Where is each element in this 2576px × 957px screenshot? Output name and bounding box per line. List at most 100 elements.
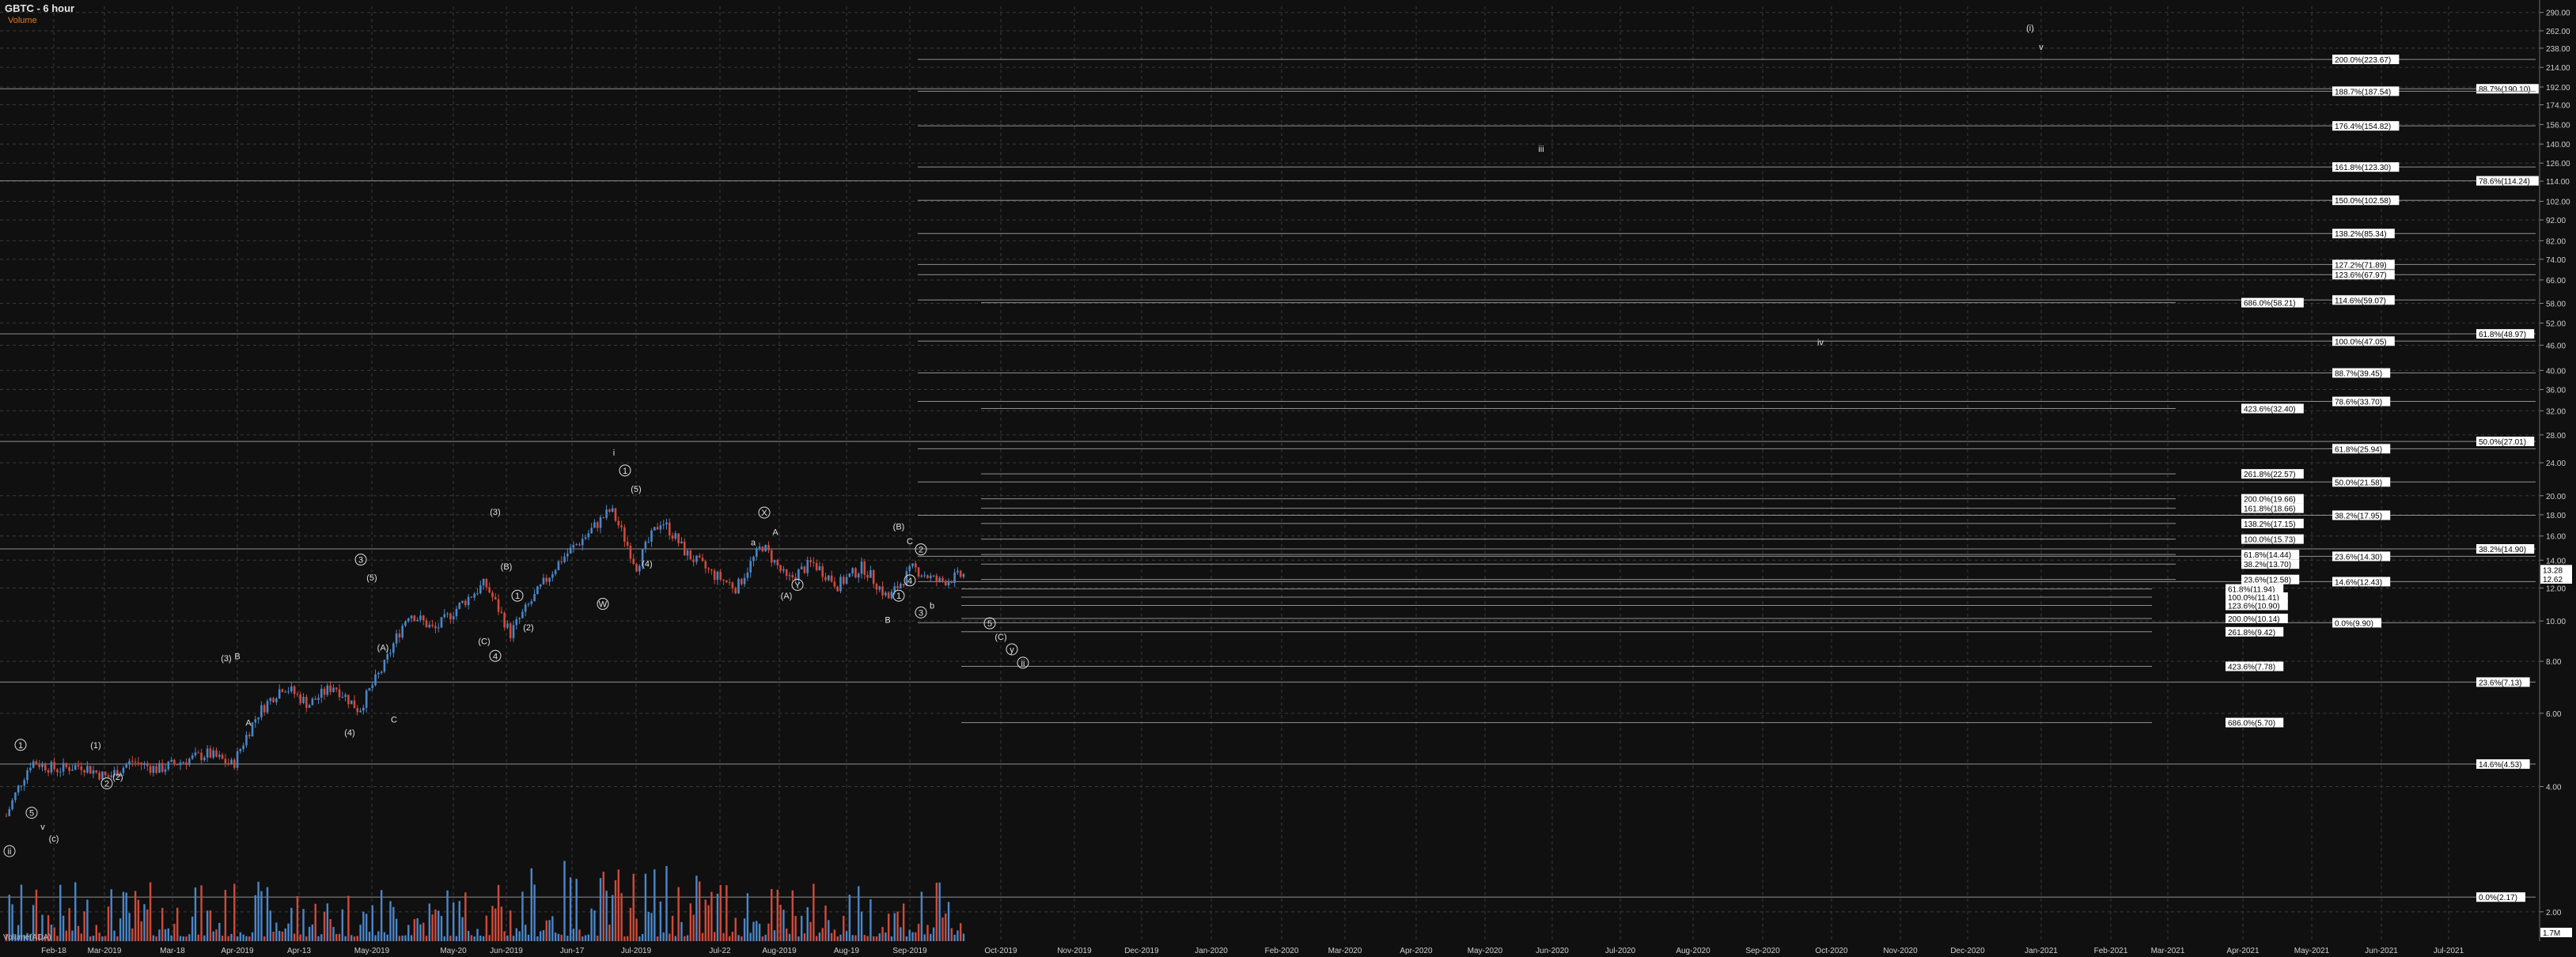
candle-body: [17, 785, 20, 792]
candle-body: [233, 759, 236, 768]
volume-bar: [200, 885, 203, 941]
volume-bar: [323, 911, 326, 941]
candle-body: [581, 539, 584, 546]
y-tick-label: 10.00: [2546, 618, 2566, 626]
candle-body: [620, 525, 623, 528]
wave-label: A: [245, 719, 252, 728]
candle-body: [818, 566, 821, 570]
candle-body: [797, 569, 800, 581]
volume-bar: [662, 932, 665, 941]
candle-body: [872, 569, 875, 584]
volume-bar: [669, 933, 671, 941]
wave-label: (5): [631, 485, 641, 494]
wave-label: C: [391, 716, 397, 725]
candle-body: [62, 762, 65, 772]
candle-body: [647, 541, 650, 543]
volume-bar: [314, 903, 316, 941]
volume-bar: [960, 923, 962, 941]
volume-bar: [296, 896, 299, 941]
candle-body: [269, 698, 272, 702]
candle-body: [185, 762, 188, 766]
candle-body: [836, 586, 839, 592]
fib-level-label: 61.8%(25.94): [2335, 445, 2382, 454]
wave-label: B: [234, 652, 240, 661]
fib-level-label: 261.8%(9.42): [2228, 629, 2275, 637]
volume-bar: [206, 910, 209, 941]
candle-body: [611, 508, 614, 512]
volume-bar: [923, 934, 926, 941]
chart-container: Feb-18 Mar-2019 Mar-18 Apr-2019 Apr-13 May-20…: [0, 0, 2576, 957]
candle-body: [813, 562, 815, 563]
y-tick-label: 12.00: [2546, 584, 2566, 593]
fib-level-label: 100.0%(47.05): [2335, 338, 2387, 346]
candle-body: [224, 758, 227, 763]
x-tick-label: Jan-2021: [2025, 947, 2058, 955]
candle-body: [365, 690, 368, 708]
volume-bar: [746, 893, 749, 941]
candle-body: [911, 563, 914, 566]
volume-bar: [413, 919, 416, 941]
candle-body: [473, 593, 476, 598]
volume-bar: [185, 936, 188, 941]
candle-body: [593, 522, 596, 528]
candle-body: [68, 766, 70, 771]
candle-body: [248, 735, 251, 736]
volume-bar: [281, 931, 284, 941]
volume-bar: [341, 909, 344, 941]
candle-body: [284, 691, 287, 693]
volume-bar: [830, 932, 833, 941]
volume-bar: [680, 921, 683, 941]
volume-bar: [887, 914, 890, 941]
candle-body: [635, 564, 638, 572]
candle-body: [683, 541, 686, 556]
x-tick-label: Feb-18: [41, 947, 66, 955]
volume-bar: [239, 932, 242, 941]
chart-title: GBTC - 6 hour: [5, 2, 75, 14]
volume-bar: [182, 936, 184, 941]
volume-bar: [836, 936, 839, 941]
volume-bar: [854, 935, 857, 941]
volume-bar: [752, 921, 755, 941]
candle-body: [89, 766, 92, 774]
candle-body: [833, 581, 836, 587]
volume-bar: [245, 936, 248, 941]
fib-level-label: 100.0%(15.73): [2244, 536, 2296, 545]
wave-label: iii: [1538, 145, 1544, 154]
candle-body: [470, 596, 473, 598]
candle-body: [251, 722, 254, 736]
volume-bar: [771, 889, 773, 941]
volume-bar: [350, 935, 353, 941]
candle-body: [500, 611, 503, 613]
volume-bar: [815, 936, 818, 941]
candle-body: [338, 689, 341, 698]
candle-body: [590, 528, 593, 534]
candle-body: [101, 771, 104, 780]
y-tick-label: 24.00: [2546, 460, 2566, 468]
candle-body: [824, 577, 827, 581]
candle-body: [578, 544, 581, 546]
volume-bar: [813, 883, 815, 941]
candle-body: [959, 570, 962, 577]
candle-body: [74, 765, 77, 770]
volume-bar: [926, 925, 929, 941]
fib-level-label: 150.0%(102.58): [2335, 197, 2391, 206]
volume-bar: [656, 936, 659, 941]
volume-bar: [458, 901, 460, 941]
candle-body: [476, 593, 479, 595]
volume-bar: [551, 916, 554, 941]
candle-body: [536, 586, 539, 595]
candle-body: [413, 615, 416, 622]
candle-body: [806, 560, 809, 573]
volume-bar: [431, 914, 434, 941]
candle-body: [335, 687, 338, 690]
volume-bar: [272, 932, 275, 941]
volume-bar: [677, 887, 680, 941]
volume-bar: [707, 905, 710, 941]
candle-body: [743, 577, 746, 584]
volume-bar: [930, 933, 932, 941]
wave-label: (3): [490, 508, 500, 517]
wave-label: (A): [377, 643, 389, 652]
volume-bar: [119, 918, 122, 941]
candle-body: [851, 568, 854, 574]
volume-bar: [368, 932, 371, 941]
